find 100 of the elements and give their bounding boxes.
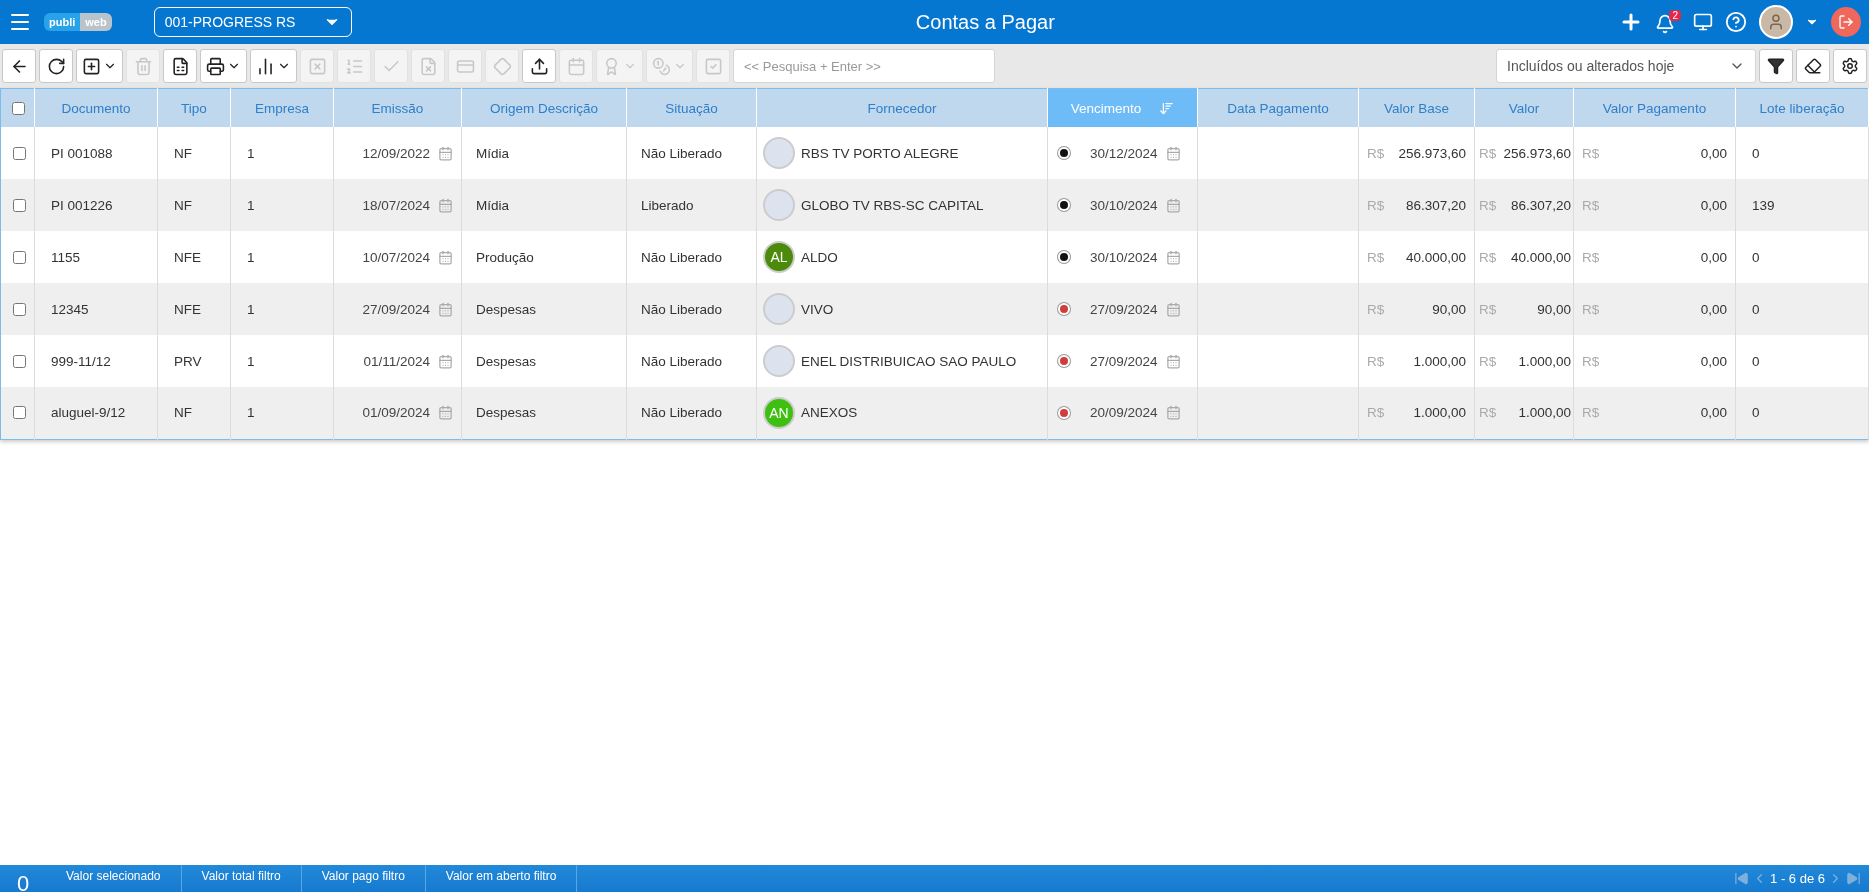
diamond-icon [492, 56, 512, 76]
monitor-icon[interactable] [1693, 12, 1713, 32]
row-checkbox[interactable] [13, 146, 26, 160]
table-cell: 0,00 [1700, 405, 1727, 421]
logo: publi web [44, 13, 112, 31]
calendar-icon [438, 197, 453, 213]
currency-symbol: R$ [1367, 353, 1385, 369]
table-cell: 01/11/2024 [363, 353, 430, 369]
selected-count: 0 [15, 873, 31, 892]
row-checkbox[interactable] [13, 354, 26, 368]
row-checkbox[interactable] [13, 198, 26, 212]
back-arrow-button[interactable] [2, 49, 36, 83]
currency-symbol: R$ [1582, 249, 1600, 265]
table-cell: 0,00 [1700, 353, 1727, 369]
user-silhouette-icon [1767, 13, 1785, 31]
column-header[interactable]: Lote liberação [1735, 88, 1869, 127]
column-header[interactable]: Emissão [333, 88, 462, 127]
table-cell: 27/09/2024 [1090, 353, 1158, 369]
table-cell: 27/09/2024 [1090, 301, 1158, 317]
coins-icon [652, 56, 671, 76]
supplier-logo [763, 293, 795, 325]
printer-button[interactable] [200, 49, 247, 83]
column-header[interactable]: Valor Base [1358, 88, 1475, 127]
trash-icon [133, 56, 153, 76]
column-header[interactable]: Origem Descrição [461, 88, 627, 127]
calendar-icon [1165, 197, 1181, 213]
table-cell: 0 [1752, 301, 1760, 317]
currency-symbol: R$ [1479, 405, 1497, 421]
bar-chart-button[interactable] [250, 49, 297, 83]
currency-symbol: R$ [1367, 197, 1385, 213]
refresh-icon [46, 56, 66, 76]
currency-symbol: R$ [1582, 197, 1600, 213]
table-cell: Não Liberado [641, 405, 723, 421]
table-cell: NF [174, 197, 192, 213]
column-header[interactable]: Valor Pagamento [1573, 88, 1736, 127]
table-cell: Não Liberado [641, 249, 723, 265]
logout-button[interactable] [1831, 7, 1861, 37]
help-icon[interactable] [1725, 11, 1747, 33]
table-cell: Produção [476, 249, 534, 265]
table-cell: 1 [247, 405, 255, 421]
supplier-name: VIVO [801, 301, 834, 317]
spreadsheet-icon [170, 56, 190, 76]
checked-square-icon [703, 56, 723, 76]
select-all-checkbox[interactable] [11, 101, 25, 115]
column-header[interactable]: Tipo [157, 88, 231, 127]
filter-button[interactable] [1759, 49, 1793, 83]
currency-symbol: R$ [1582, 353, 1600, 369]
table-cell: 139 [1752, 197, 1775, 213]
notification-bell-icon[interactable] [1655, 14, 1675, 34]
column-header[interactable]: Valor [1474, 88, 1574, 127]
sort-icon [1159, 100, 1175, 116]
currency-symbol: R$ [1367, 405, 1385, 421]
eraser-icon [1804, 57, 1822, 75]
refresh-button[interactable] [39, 49, 73, 83]
table-cell: 86.307,20 [1510, 197, 1571, 213]
column-header[interactable]: Data Pagamento [1197, 88, 1359, 127]
table-cell: 1.000,00 [1518, 405, 1571, 421]
column-header[interactable]: Vencimento [1047, 88, 1198, 127]
table-cell: Despesas [476, 405, 537, 421]
column-header[interactable]: Empresa [230, 88, 334, 127]
eraser-button[interactable] [1796, 49, 1830, 83]
currency-symbol: R$ [1582, 145, 1600, 161]
row-checkbox[interactable] [13, 406, 26, 420]
filter-select[interactable]: Incluídos ou alterados hoje [1496, 49, 1756, 83]
row-checkbox[interactable] [13, 302, 26, 316]
table-cell: Liberado [641, 197, 694, 213]
currency-symbol: R$ [1479, 145, 1497, 161]
company-select[interactable]: 001-PROGRESS RS [153, 7, 352, 37]
funnel-icon [1767, 57, 1785, 75]
calendar-icon [1165, 145, 1181, 161]
table-cell: 999-11/12 [51, 353, 111, 369]
spreadsheet-button[interactable] [163, 49, 197, 83]
table-cell: 0 [1752, 145, 1760, 161]
table-cell: 256.973,60 [1503, 145, 1571, 161]
supplier-name: GLOBO TV RBS-SC CAPITAL [801, 197, 984, 213]
supplier-logo [763, 137, 795, 169]
table-cell: PI 001088 [51, 145, 113, 161]
plus-square-button[interactable] [76, 49, 123, 83]
table-cell: 20/09/2024 [1090, 405, 1158, 421]
row-checkbox[interactable] [13, 250, 26, 264]
supplier-name: ENEL DISTRIBUICAO SAO PAULO [801, 353, 1017, 369]
column-header[interactable]: Documento [34, 88, 158, 127]
table-cell: 1.000,00 [1413, 353, 1466, 369]
supplier-name: ANEXOS [801, 405, 858, 421]
table-cell: 1 [247, 197, 255, 213]
page-title: Contas a Pagar [914, 10, 1056, 34]
upload-button[interactable] [522, 49, 556, 83]
table-cell: 0 [1752, 353, 1760, 369]
summary-label: Valor pago filtro [301, 865, 426, 892]
calendar-icon [1165, 405, 1181, 421]
currency-symbol: R$ [1479, 353, 1497, 369]
user-avatar[interactable] [1759, 5, 1793, 39]
table-cell: 256.973,60 [1398, 145, 1466, 161]
table-cell: 40.000,00 [1510, 249, 1571, 265]
column-header[interactable]: Fornecedor [756, 88, 1048, 127]
column-header[interactable]: Situação [626, 88, 757, 127]
table-cell: Despesas [476, 353, 537, 369]
search-field[interactable]: << Pesquisa + Enter >> [733, 49, 995, 83]
settings-button[interactable] [1833, 49, 1867, 83]
table-cell: Mídia [476, 197, 509, 213]
